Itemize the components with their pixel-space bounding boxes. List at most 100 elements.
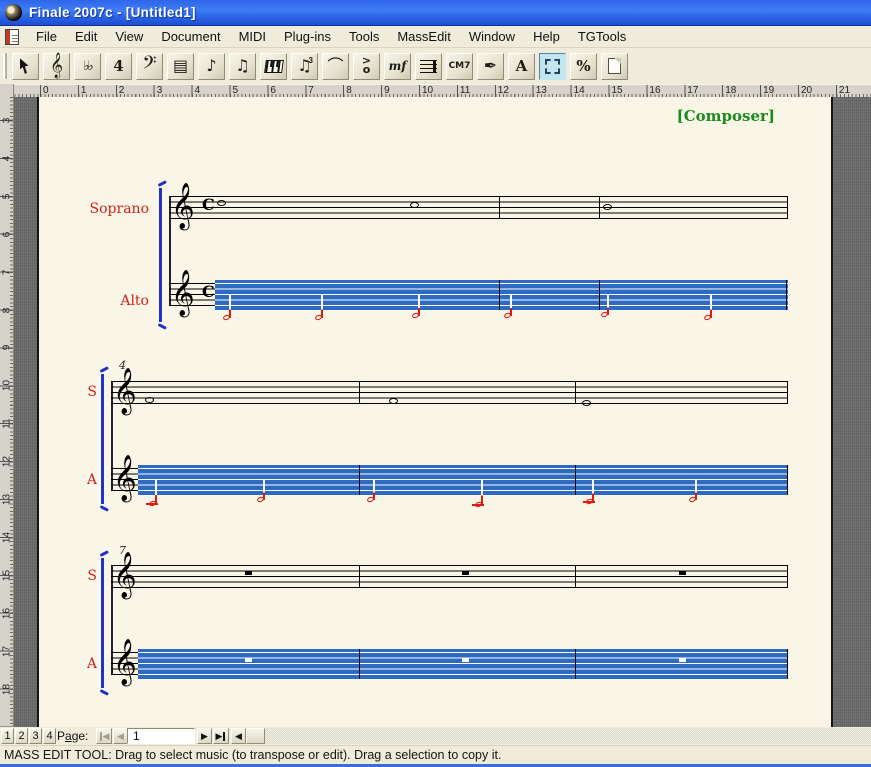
selection-highlight[interactable] (138, 465, 788, 495)
hyperscribe-tool-button[interactable] (260, 53, 287, 80)
text-tool-button[interactable]: A (508, 53, 535, 80)
menu-item-tgtools[interactable]: TGTools (569, 27, 635, 46)
time-signature-tool-button[interactable]: 4 (105, 53, 132, 80)
staff-label-a[interactable]: A (73, 656, 97, 672)
last-page-button[interactable]: ▶ (213, 728, 229, 744)
soprano-staff-1[interactable]: 𝄞 C (169, 196, 788, 219)
expression-tool-button[interactable]: mf (384, 53, 411, 80)
half-note[interactable] (411, 312, 419, 319)
h-ruler-number: 5 (233, 85, 239, 96)
treble-clef-icon: 𝄞 (171, 273, 195, 313)
whole-rest[interactable] (679, 658, 686, 662)
lyrics-tool-button[interactable]: ✒ (477, 53, 504, 80)
page-layout-tool-button[interactable] (601, 53, 628, 80)
chord-tool-button[interactable]: CM7 (446, 53, 473, 80)
half-note[interactable] (222, 314, 230, 321)
menu-item-midi[interactable]: MIDI (230, 27, 275, 46)
first-page-button[interactable]: ◀ (96, 728, 112, 744)
smart-shape-tool-button[interactable]: ⌒ (322, 53, 349, 80)
document-icon[interactable] (5, 29, 19, 45)
flat-signs-icon: ♭♭ (83, 60, 91, 73)
workspace-background: [Composer] Soprano Alto 𝄞 C 𝄞 (14, 97, 871, 727)
view-preset-button-1[interactable]: 1 (1, 728, 14, 744)
whole-rest[interactable] (679, 571, 686, 575)
staff-label-alto[interactable]: Alto (79, 293, 149, 309)
composer-text[interactable]: [Composer] (677, 107, 775, 125)
menu-item-file[interactable]: File (27, 27, 66, 46)
view-preset-button-2[interactable]: 2 (15, 728, 28, 744)
v-ruler-number: 7 (2, 265, 13, 279)
measure-tool-button[interactable]: ▤ (167, 53, 194, 80)
barline (575, 381, 576, 404)
speedy-entry-tool-button[interactable]: ♫ (229, 53, 256, 80)
half-note[interactable] (503, 312, 511, 319)
previous-page-button[interactable]: ◀ (113, 728, 128, 744)
menu-item-help[interactable]: Help (524, 27, 569, 46)
next-page-button[interactable]: ▶ (197, 728, 212, 744)
page-number-input[interactable] (127, 728, 195, 744)
half-note[interactable] (688, 496, 696, 503)
h-ruler-number: 3 (157, 85, 163, 96)
whole-rest[interactable] (462, 658, 469, 662)
whole-rest[interactable] (245, 571, 252, 575)
selection-highlight[interactable] (138, 649, 788, 679)
whole-note[interactable] (145, 397, 154, 403)
whole-note[interactable] (217, 200, 226, 206)
half-note[interactable] (256, 496, 264, 503)
articulation-tool-button[interactable]: >o (353, 53, 380, 80)
page-label-part: ge: (72, 729, 89, 743)
common-time-signature[interactable]: C (202, 284, 215, 300)
whole-note[interactable] (582, 400, 591, 406)
eighth-note-icon: ♪ (206, 58, 216, 74)
key-signature-tool-button[interactable]: ♭♭ (74, 53, 101, 80)
tuplet-tool-button[interactable]: ♫3 (291, 53, 318, 80)
title-bar[interactable]: Finale 2007c - [Untitled1] (0, 0, 871, 26)
common-time-signature[interactable]: C (202, 197, 215, 213)
menu-item-document[interactable]: Document (152, 27, 229, 46)
score-page[interactable]: [Composer] Soprano Alto 𝄞 C 𝄞 (37, 97, 833, 727)
menu-item-massedit[interactable]: MassEdit (388, 27, 459, 46)
h-ruler-number: 20 (801, 85, 812, 96)
soprano-staff-2[interactable]: 𝄞 (111, 381, 788, 404)
view-preset-button-4[interactable]: 4 (43, 728, 56, 744)
staff-tool-button[interactable]: 𝄞 (43, 53, 70, 80)
resize-tool-button[interactable]: % (570, 53, 597, 80)
half-note[interactable] (148, 500, 156, 507)
half-note[interactable] (474, 501, 482, 508)
simple-entry-tool-button[interactable]: ♪ (198, 53, 225, 80)
whole-note[interactable] (410, 202, 419, 208)
toolbar-grip[interactable] (3, 53, 7, 79)
mass-edit-tool-button[interactable] (539, 53, 566, 80)
whole-note[interactable] (389, 398, 398, 404)
soprano-staff-3[interactable]: 𝄞 (111, 565, 788, 588)
half-note[interactable] (366, 496, 374, 503)
horizontal-scrollbar-track[interactable] (246, 728, 871, 744)
staff-label-a[interactable]: A (73, 472, 97, 488)
menu-item-window[interactable]: Window (460, 27, 524, 46)
staff-label-soprano[interactable]: Soprano (79, 201, 149, 217)
whole-rest[interactable] (462, 571, 469, 575)
menu-item-plug-ins[interactable]: Plug-ins (275, 27, 340, 46)
clef-tool-button[interactable]: 𝄢 (136, 53, 163, 80)
whole-note[interactable] (603, 204, 612, 210)
horizontal-scrollbar-thumb[interactable] (246, 728, 265, 744)
menu-item-view[interactable]: View (106, 27, 152, 46)
half-note[interactable] (600, 311, 608, 318)
h-ruler-number: 11 (460, 85, 470, 96)
selection-tool-button[interactable] (12, 53, 39, 80)
window-title: Finale 2007c - [Untitled1] (29, 5, 196, 20)
scroll-left-button[interactable]: ◀ (231, 728, 246, 744)
selection-highlight[interactable] (215, 280, 788, 310)
menu-item-edit[interactable]: Edit (66, 27, 106, 46)
staff-label-s[interactable]: S (73, 384, 97, 400)
repeat-tool-button[interactable] (415, 53, 442, 80)
staff-label-s[interactable]: S (73, 568, 97, 584)
barline (575, 565, 576, 588)
half-note[interactable] (314, 314, 322, 321)
whole-rest[interactable] (245, 658, 252, 662)
v-ruler-number: 15 (2, 568, 13, 582)
half-note[interactable] (585, 498, 593, 505)
menu-item-tools[interactable]: Tools (340, 27, 388, 46)
half-note[interactable] (703, 314, 711, 321)
view-preset-button-3[interactable]: 3 (29, 728, 42, 744)
